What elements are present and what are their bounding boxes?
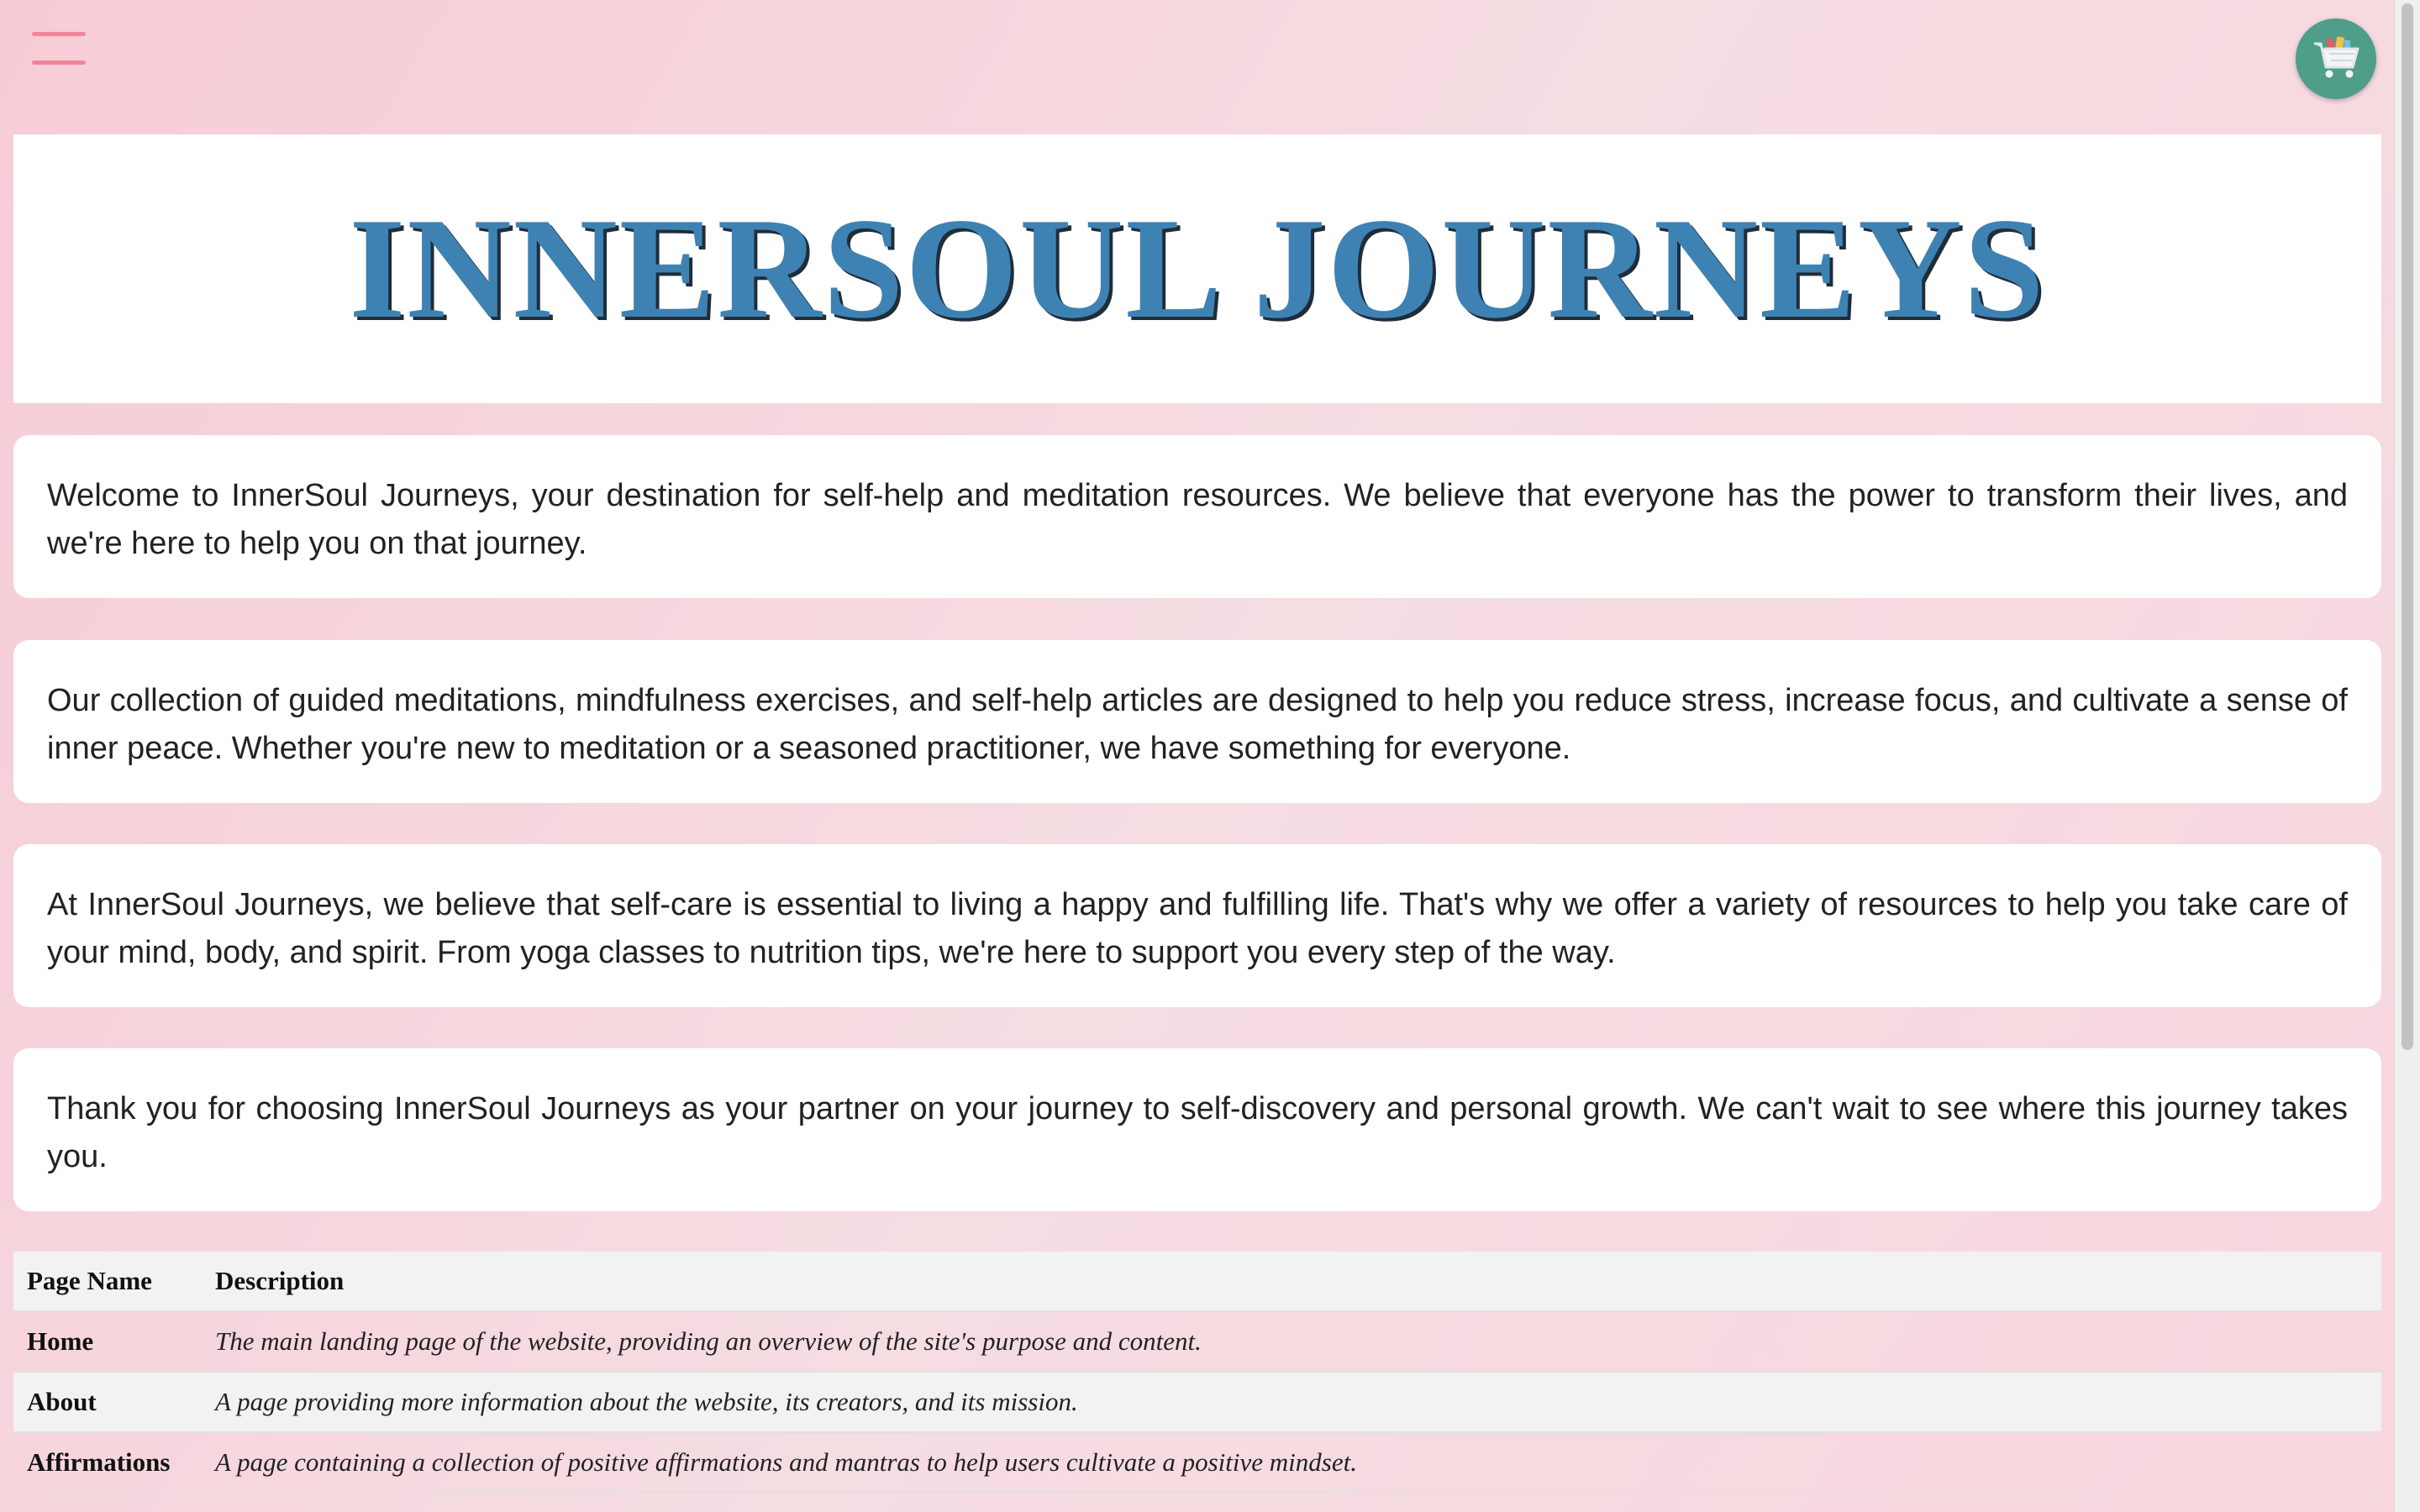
cart-graphic: [2314, 36, 2360, 78]
self-care-paragraph: At InnerSoul Journeys, we believe that s…: [47, 887, 2348, 970]
page-name-cell: Home: [13, 1311, 202, 1373]
vertical-scrollbar[interactable]: [2394, 0, 2420, 1512]
menu-line: [32, 32, 86, 36]
collection-card: Our collection of guided meditations, mi…: [13, 640, 2381, 803]
pages-table: Page Name Description Home The main land…: [13, 1252, 2381, 1494]
table-header-row: Page Name Description: [13, 1252, 2381, 1312]
description-cell: A page containing a collection of positi…: [202, 1432, 2381, 1494]
self-care-card: At InnerSoul Journeys, we believe that s…: [13, 844, 2381, 1007]
column-header-description: Description: [202, 1252, 2381, 1312]
collection-paragraph: Our collection of guided meditations, mi…: [47, 683, 2348, 766]
table-row: Affirmations A page containing a collect…: [13, 1432, 2381, 1494]
thank-you-paragraph: Thank you for choosing InnerSoul Journey…: [47, 1091, 2348, 1174]
shopping-cart-icon[interactable]: [2296, 18, 2376, 99]
menu-line: [32, 60, 86, 65]
hamburger-menu-icon[interactable]: [32, 32, 86, 69]
column-header-page-name: Page Name: [13, 1252, 202, 1312]
table-row: About A page providing more information …: [13, 1372, 2381, 1433]
intro-card: Welcome to InnerSoul Journeys, your dest…: [13, 435, 2381, 598]
description-cell: A page providing more information about …: [202, 1372, 2381, 1433]
description-cell: The main landing page of the website, pr…: [202, 1311, 2381, 1373]
page-name-cell: Affirmations: [13, 1432, 202, 1494]
site-title: INNERSOUL JOURNEYS: [349, 189, 2046, 349]
page-name-cell: About: [13, 1372, 202, 1433]
site-header: INNERSOUL JOURNEYS: [13, 134, 2381, 403]
scrollbar-thumb[interactable]: [2402, 3, 2413, 1050]
intro-paragraph: Welcome to InnerSoul Journeys, your dest…: [47, 478, 2348, 561]
thank-you-card: Thank you for choosing InnerSoul Journey…: [13, 1048, 2381, 1211]
table-row: Home The main landing page of the websit…: [13, 1311, 2381, 1373]
